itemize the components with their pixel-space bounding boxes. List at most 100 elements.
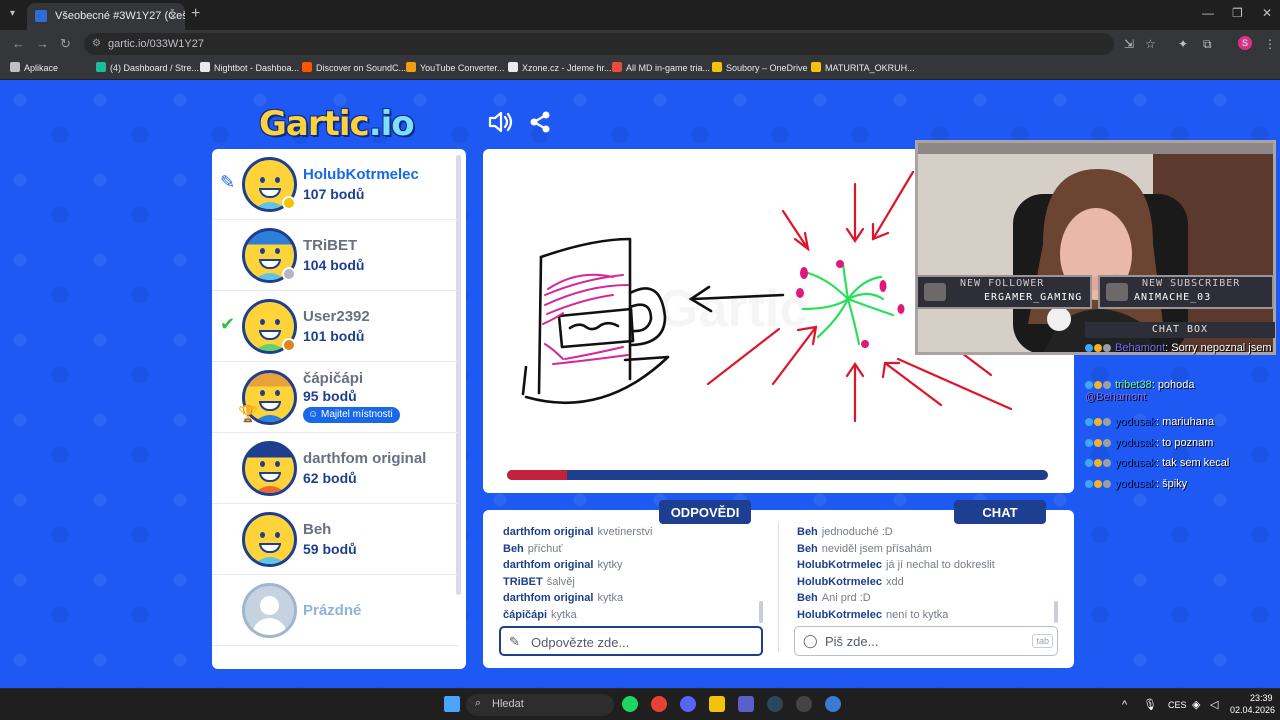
bookmark-item[interactable]: YouTube Converter...: [406, 62, 504, 73]
network-icon[interactable]: ◈: [1192, 698, 1200, 711]
player-status-dot: [282, 196, 296, 210]
chat-badges-icon: [1085, 417, 1115, 427]
stream-chat-line: yodusak: špiky: [1085, 478, 1275, 490]
player-score: 62 bodů: [303, 470, 357, 486]
answers-scrollbar[interactable]: [759, 601, 763, 623]
app-icon[interactable]: [825, 696, 841, 712]
stream-chat-text: : mariuhana: [1155, 416, 1215, 428]
chat-scrollbar[interactable]: [1054, 601, 1058, 623]
player-row[interactable]: Beh 59 bodů: [212, 504, 458, 575]
answers-title[interactable]: ODPOVĚDI: [659, 500, 751, 524]
checkmark-icon: ✔: [220, 314, 236, 334]
teams-icon[interactable]: [738, 696, 754, 712]
extension-icon[interactable]: ✦: [1178, 37, 1188, 51]
player-row[interactable]: darthfom original 62 bodů: [212, 433, 458, 504]
minimize-icon[interactable]: —: [1202, 6, 1214, 20]
player-name: čápičápi: [303, 370, 364, 387]
url-bar[interactable]: ⚙ gartic.io/033W1Y27: [84, 33, 1114, 55]
avatar-mouth: [259, 259, 281, 269]
close-window-icon[interactable]: ✕: [1262, 6, 1272, 20]
forward-icon[interactable]: →: [36, 36, 49, 51]
close-tab-icon[interactable]: ×: [169, 8, 177, 23]
tray-chevron-icon[interactable]: ^: [1122, 699, 1127, 711]
volume-icon[interactable]: ◁: [1210, 698, 1218, 711]
chat-badges-icon: [1085, 458, 1115, 468]
new-follower-box: NEW FOLLOWER ERGAMER_GAMING: [916, 275, 1092, 309]
bookmark-item[interactable]: (4) Dashboard / Stre...: [96, 62, 199, 73]
site-info-icon[interactable]: ⚙: [92, 38, 101, 49]
stream-chat-user: tribet38: [1115, 379, 1152, 391]
trophy-icon: 🏆: [238, 406, 258, 423]
stream-chat-text: : to poznam: [1155, 436, 1214, 449]
bookmark-item[interactable]: Nightbot - Dashboa...: [200, 62, 299, 73]
discord-icon[interactable]: [680, 696, 696, 712]
chrome-icon[interactable]: [651, 696, 667, 712]
steam-icon[interactable]: [767, 696, 783, 712]
clock-time[interactable]: 23:39: [1250, 693, 1273, 703]
player-row[interactable]: ✔ User2392 101 bodů: [212, 291, 458, 362]
taskbar-search[interactable]: ⌕ Hledat: [466, 694, 614, 716]
share-icon[interactable]: [528, 110, 552, 134]
bookmark-item[interactable]: MATURITA_OKRUH...: [811, 62, 915, 73]
profile-avatar[interactable]: S: [1238, 36, 1252, 50]
extensions-puzzle-icon[interactable]: ⧉: [1203, 37, 1212, 52]
sound-icon[interactable]: [487, 110, 515, 134]
maximize-icon[interactable]: ❐: [1232, 6, 1243, 20]
stream-chat-user: yodusak: [1115, 416, 1156, 428]
chat-title[interactable]: CHAT: [954, 500, 1046, 524]
bookmark-item[interactable]: Aplikace: [10, 62, 58, 73]
chat-input[interactable]: ◯ Piš zde... tab: [794, 626, 1058, 656]
message-text: jednoduché :D: [821, 526, 893, 538]
clock-date[interactable]: 02.04.2026: [1230, 705, 1275, 715]
bookmark-item[interactable]: Soubory – OneDrive: [712, 62, 808, 73]
badge-icon: [1094, 381, 1102, 389]
player-status-dot: [282, 338, 296, 352]
message-user: HolubKotrmelec: [797, 608, 882, 621]
answer-input-placeholder: Odpovězte zde...: [531, 635, 630, 650]
room-owner-badge: ☺ Majitel místnosti: [303, 407, 400, 423]
badge-icon: [1094, 418, 1102, 426]
avatar-mouth: [259, 472, 281, 482]
stream-chat-line: yodusak: tak sem kecal: [1085, 457, 1275, 469]
obs-icon[interactable]: [796, 696, 812, 712]
back-icon[interactable]: ←: [12, 36, 25, 51]
player-row[interactable]: 🏆 čápičápi 95 bodů ☺ Majitel místnosti: [212, 362, 458, 433]
new-follower-label: NEW FOLLOWER: [960, 278, 1045, 289]
message-text: kvetinerstvi: [597, 526, 653, 538]
bookmark-item[interactable]: Discover on SoundC...: [302, 62, 406, 73]
message-row: HolubKotrmelec není to kytka: [797, 607, 1059, 624]
menu-dots-icon[interactable]: ⋮: [1264, 37, 1276, 51]
language-indicator[interactable]: CES: [1168, 700, 1187, 710]
heart-icon: [924, 283, 946, 301]
avatar-mouth: [259, 543, 281, 553]
player-row[interactable]: TRiBET 104 bodů: [212, 220, 458, 291]
bookmark-star-icon[interactable]: ☆: [1145, 37, 1156, 51]
windows-start-icon[interactable]: [444, 696, 460, 712]
badge-icon: [1085, 438, 1093, 447]
tab-search-icon[interactable]: ▾: [10, 8, 15, 19]
stream-chat-user: Behamont: [1115, 342, 1166, 354]
bookmark-icon: [811, 62, 821, 72]
microphone-icon[interactable]: 🎙: [1143, 698, 1157, 711]
player-row[interactable]: Prázdné: [212, 575, 458, 646]
install-app-icon[interactable]: ⇲: [1124, 37, 1134, 51]
new-tab-icon[interactable]: +: [191, 5, 200, 23]
bookmark-label: All MD in-game tria...: [626, 63, 711, 73]
bookmark-item[interactable]: All MD in-game tria...: [612, 62, 710, 73]
gartic-logo[interactable]: Gartic.io: [259, 104, 415, 144]
bookmark-item[interactable]: Xzone.cz - Jdeme hr...: [508, 62, 612, 73]
badge-icon: [1094, 438, 1102, 447]
player-name: darthfom original: [303, 450, 427, 467]
player-row[interactable]: ✎ HolubKotrmelec 107 bodů: [212, 149, 458, 220]
answer-input[interactable]: ✎ Odpovězte zde...: [499, 626, 763, 656]
spotify-icon[interactable]: [622, 696, 638, 712]
reload-icon[interactable]: ↻: [60, 36, 71, 52]
browser-tab-active[interactable]: Všeobecné #3W1Y27 (Čeština) ×: [27, 3, 185, 30]
bookmark-icon: [406, 62, 416, 72]
stream-chat-user: yodusak: [1115, 477, 1156, 490]
badge-icon: [1103, 479, 1111, 488]
badge-icon: [1085, 459, 1093, 467]
message-user: Beh: [797, 592, 818, 604]
webcam-frame-top: [918, 143, 1273, 154]
file-explorer-icon[interactable]: [709, 696, 725, 712]
